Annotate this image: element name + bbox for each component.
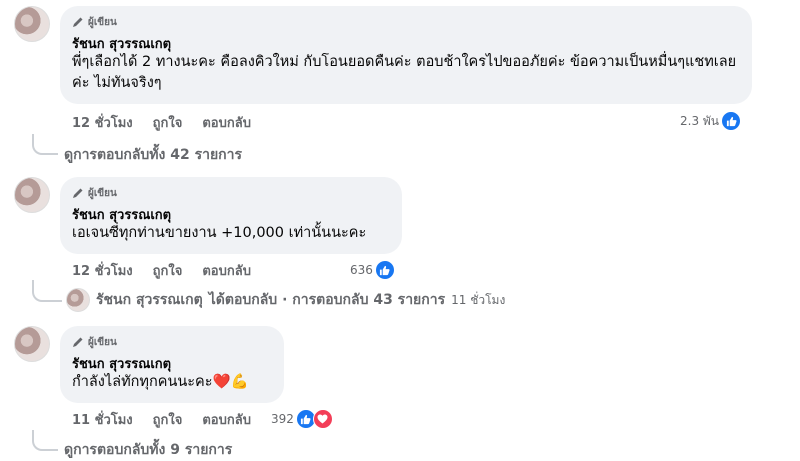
comment-time[interactable]: 12 ชั่วโมง [72,260,133,281]
comment-time[interactable]: 11 ชั่วโมง [72,409,133,430]
comment-bubble: ผู้เขียน รัชนก สุวรรณเกตุ กำลังไล่ทักทุก… [60,326,284,403]
thread-connector [32,280,62,302]
author-name[interactable]: รัชนก สุวรรณเกตุ [72,204,390,223]
badge-label: ผู้เขียน [88,16,117,28]
avatar[interactable] [14,177,50,213]
reply-avatar [66,288,90,312]
heart-muscle-emoji: ❤️💪 [212,374,249,390]
comment-time[interactable]: 12 ชั่วโมง [72,112,133,133]
reaction-count: 392 [270,412,294,426]
reply-button[interactable]: ตอบกลับ [202,409,251,430]
reply-author: รัชนก สุวรรณเกตุ [96,292,203,308]
reply-time: 11 ชั่วโมง [451,292,506,307]
author-name[interactable]: รัชนก สุวรรณเกตุ [72,33,740,52]
avatar[interactable] [14,326,50,362]
reaction-summary[interactable]: 392 [271,409,333,429]
comment-bubble: ผู้เขียน รัชนก สุวรรณเกตุ เอเจนซี่ทุกท่า… [60,177,402,254]
reaction-summary[interactable]: 636 [350,260,395,280]
like-icon [374,260,395,280]
comment-actions: 12 ชั่วโมง ถูกใจ ตอบกลับ [72,112,251,132]
pencil-icon [73,17,83,27]
pencil-icon [73,337,83,347]
heart-icon [312,409,333,429]
comment-actions: 11 ชั่วโมง ถูกใจ ตอบกลับ 392 [72,409,333,429]
avatar[interactable] [14,6,50,42]
like-button[interactable]: ถูกใจ [153,409,183,430]
pencil-icon [73,188,83,198]
comment-text-body: กำลังไล่ทักทุกคนนะคะ [72,374,213,390]
like-icon [721,111,742,131]
thread-connector [32,430,58,451]
author-badge: ผู้เขียน [72,334,272,350]
like-button[interactable]: ถูกใจ [153,260,183,281]
view-replies-link[interactable]: ดูการตอบกลับทั้ง 42 รายการ [64,144,242,166]
author-badge: ผู้เขียน [72,14,740,30]
comment-text: กำลังไล่ทักทุกคนนะคะ❤️💪 [72,372,272,393]
comment-bubble: ผู้เขียน รัชนก สุวรรณเกตุ พี่ๆเลือกได้ 2… [60,6,752,104]
thread-connector [32,134,58,155]
badge-label: ผู้เขียน [88,336,117,348]
comment-actions: 12 ชั่วโมง ถูกใจ ตอบกลับ [72,260,251,280]
reaction-summary[interactable]: 2.3 พัน [680,111,742,131]
author-badge: ผู้เขียน [72,185,390,201]
reply-action: ได้ตอบกลับ · การตอบกลับ 43 รายการ [208,292,446,308]
comment-text: เอเจนซี่ทุกท่านขายงาน +10,000 เท่านั้นนะ… [72,225,367,241]
reaction-count: 2.3 พัน [680,113,720,128]
comment-text: พี่ๆเลือกได้ 2 ทางนะคะ คือลงคิวใหม่ กับโ… [72,54,737,91]
badge-label: ผู้เขียน [88,187,117,199]
view-replies-link[interactable]: ดูการตอบกลับทั้ง 9 รายการ [64,439,232,461]
author-name[interactable]: รัชนก สุวรรณเกตุ [72,353,272,372]
reply-button[interactable]: ตอบกลับ [202,260,251,281]
reply-summary-link[interactable]: รัชนก สุวรรณเกตุ ได้ตอบกลับ · การตอบกลับ… [66,288,505,312]
like-button[interactable]: ถูกใจ [153,112,183,133]
reply-button[interactable]: ตอบกลับ [202,112,251,133]
reaction-count: 636 [350,263,373,277]
